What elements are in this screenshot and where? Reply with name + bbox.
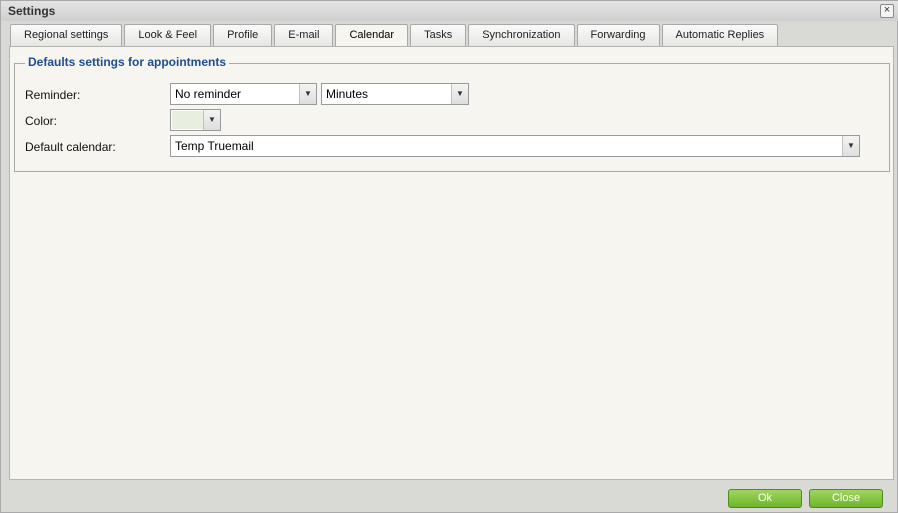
tab-automatic-replies[interactable]: Automatic Replies <box>661 24 779 46</box>
chevron-down-icon: ▼ <box>203 110 220 130</box>
tab-forwarding[interactable]: Forwarding <box>576 24 660 46</box>
reminder-value: No reminder <box>175 87 242 101</box>
settings-dialog: Settings × Regional settings Look & Feel… <box>0 0 898 513</box>
reminder-unit-value: Minutes <box>326 87 369 101</box>
tab-synchronization[interactable]: Synchronization <box>468 24 575 46</box>
group-legend: Defaults settings for appointments <box>25 55 230 69</box>
title-bar[interactable]: Settings × <box>1 1 898 21</box>
color-swatch <box>172 111 203 129</box>
tab-tasks[interactable]: Tasks <box>410 24 467 46</box>
reminder-unit-select[interactable]: Minutes ▼ <box>321 83 469 105</box>
tab-profile[interactable]: Profile <box>213 24 273 46</box>
close-icon[interactable]: × <box>880 4 894 18</box>
reminder-select[interactable]: No reminder ▼ <box>170 83 317 105</box>
tab-regional-settings[interactable]: Regional settings <box>10 24 123 46</box>
tab-look-and-feel[interactable]: Look & Feel <box>124 24 212 46</box>
default-calendar-value: Temp Truemail <box>175 139 254 153</box>
default-calendar-label: Default calendar: <box>25 140 116 154</box>
tab-calendar[interactable]: Calendar <box>335 24 409 47</box>
dialog-title: Settings <box>8 4 56 18</box>
tab-email[interactable]: E-mail <box>274 24 334 46</box>
chevron-down-icon: ▼ <box>451 84 468 104</box>
settings-tabs: Regional settings Look & Feel Profile E-… <box>10 24 779 47</box>
color-picker[interactable]: ▼ <box>170 109 221 131</box>
chevron-down-icon: ▼ <box>842 136 859 156</box>
calendar-settings-panel: Defaults settings for appointments Remin… <box>9 46 894 480</box>
ok-button[interactable]: Ok <box>728 489 802 508</box>
close-button[interactable]: Close <box>809 489 883 508</box>
chevron-down-icon: ▼ <box>299 84 316 104</box>
color-label: Color: <box>25 114 58 128</box>
appointments-defaults-group: Defaults settings for appointments Remin… <box>14 55 890 172</box>
reminder-label: Reminder: <box>25 88 81 102</box>
default-calendar-select[interactable]: Temp Truemail ▼ <box>170 135 860 157</box>
